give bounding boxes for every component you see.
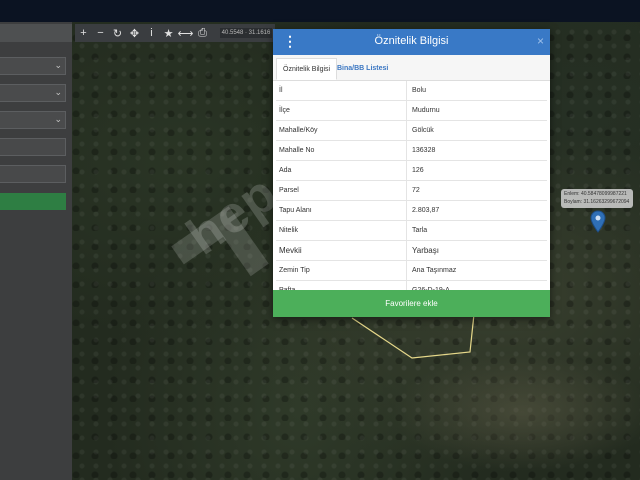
row-key: Parsel xyxy=(279,187,299,194)
row-value: 136328 xyxy=(412,147,436,154)
row-key: Nitelik xyxy=(279,227,299,234)
refresh-icon[interactable]: ↻ xyxy=(109,24,126,42)
row-value: Tarla xyxy=(412,227,428,234)
row-key: İlçe xyxy=(279,107,290,114)
tooltip-latitude: Enlem: 40.58478099987221 xyxy=(564,191,627,197)
row-value: 72 xyxy=(412,187,420,194)
close-icon[interactable]: × xyxy=(537,34,544,48)
modal-title: Öznitelik Bilgisi xyxy=(374,35,449,47)
modal-tabs: Öznitelik Bilgisi Bina/BB Listesi xyxy=(273,55,550,81)
marker-tooltip: Enlem: 40.58478099987221 Boylam: 31.1626… xyxy=(561,189,633,208)
zoom-out-icon[interactable]: − xyxy=(92,24,109,42)
table-row: Mahalle No 136328 xyxy=(276,141,547,161)
row-value: 2.803,87 xyxy=(412,207,440,214)
row-value: Yarbaşı xyxy=(412,246,439,255)
tooltip-longitude: Boylam: 31.16263299672094 xyxy=(564,199,630,205)
row-key: Mahalle/Köy xyxy=(279,127,318,134)
table-row: Mevkii Yarbaşı xyxy=(276,241,547,261)
attribute-info-modal: ⋮ Öznitelik Bilgisi × Öznitelik Bilgisi … xyxy=(273,29,550,317)
row-value: Bolu xyxy=(412,87,427,94)
print-icon[interactable]: ⎙ xyxy=(194,24,211,42)
coordinate-readout: 40.5548 · 31.1616 xyxy=(220,28,272,38)
table-row: Ada 126 xyxy=(276,161,547,181)
row-value: Ana Taşınmaz xyxy=(412,267,457,274)
table-row: Zemin Tip Ana Taşınmaz xyxy=(276,261,547,281)
location-pin-icon[interactable] xyxy=(590,210,606,234)
row-key: Tapu Alanı xyxy=(279,207,312,214)
attribute-table: İl Bolu İlçe Mudurnu Mahalle/Köy Gölcük Mah… xyxy=(276,81,547,301)
row-key: Mevkii xyxy=(279,246,302,255)
zoom-in-icon[interactable]: + xyxy=(75,24,92,42)
table-row: Nitelik Tarla xyxy=(276,221,547,241)
row-key: Zemin Tip xyxy=(279,267,310,274)
row-value: Gölcük xyxy=(412,127,434,134)
add-to-favorites-button[interactable]: Favorilere ekle xyxy=(273,290,550,317)
table-row: İlçe Mudurnu xyxy=(276,101,547,121)
row-value: 126 xyxy=(412,167,424,174)
tab-attribute-info[interactable]: Öznitelik Bilgisi xyxy=(276,58,338,80)
table-row: İl Bolu xyxy=(276,81,547,101)
parcel-boundary xyxy=(351,313,475,359)
table-row: Tapu Alanı 2.803,87 xyxy=(276,201,547,221)
row-key: İl xyxy=(279,87,283,94)
table-row: Mahalle/Köy Gölcük xyxy=(276,121,547,141)
tab-building-list[interactable]: Bina/BB Listesi xyxy=(331,58,394,80)
row-key: Ada xyxy=(279,167,292,174)
table-row: Parsel 72 xyxy=(276,181,547,201)
measure-icon[interactable]: ⟷ xyxy=(177,24,194,42)
star-icon[interactable]: ★ xyxy=(160,24,177,42)
locate-icon[interactable]: ✥ xyxy=(126,24,143,42)
modal-header: ⋮ Öznitelik Bilgisi × xyxy=(273,29,550,55)
row-key: Mahalle No xyxy=(279,147,315,154)
row-value: Mudurnu xyxy=(412,107,440,114)
info-icon[interactable]: i xyxy=(143,24,160,42)
